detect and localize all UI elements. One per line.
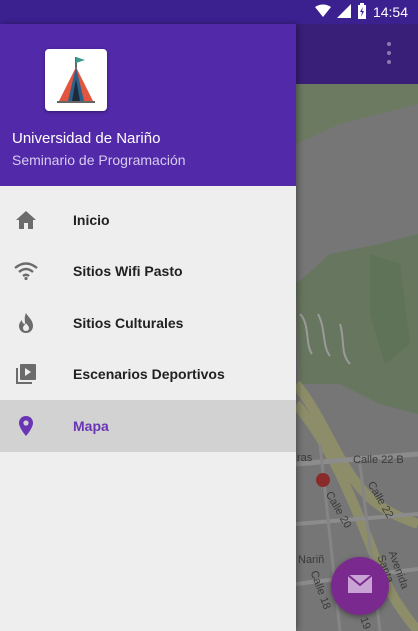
drawer-menu: Inicio Sitios Wifi Pasto Sitios Cultural… xyxy=(0,194,296,452)
header-subtitle: Seminario de Programación xyxy=(12,152,186,168)
map-label: ras xyxy=(297,452,313,464)
location-pin-icon xyxy=(14,414,38,438)
map-label: Nariñ xyxy=(298,554,325,566)
menu-item-inicio[interactable]: Inicio xyxy=(0,194,296,246)
battery-icon xyxy=(357,2,367,22)
mail-fab-button[interactable] xyxy=(331,557,389,615)
tent-logo xyxy=(45,49,107,111)
menu-item-sitios-culturales[interactable]: Sitios Culturales xyxy=(0,297,296,349)
menu-item-label: Sitios Wifi Pasto xyxy=(73,263,183,280)
menu-item-label: Sitios Culturales xyxy=(73,314,184,331)
signal-icon xyxy=(336,3,351,21)
header-title: Universidad de Nariño xyxy=(12,130,161,147)
map-label: Calle 22 B xyxy=(353,454,404,466)
menu-item-sitios-wifi[interactable]: Sitios Wifi Pasto xyxy=(0,246,296,298)
menu-item-mapa[interactable]: Mapa xyxy=(0,400,296,452)
status-time: 14:54 xyxy=(372,4,408,20)
menu-item-escenarios-deportivos[interactable]: Escenarios Deportivos xyxy=(0,349,296,401)
video-library-icon xyxy=(14,362,38,386)
status-icons: 14:54 xyxy=(314,0,408,24)
status-bar: 14:54 xyxy=(0,0,418,24)
mail-icon xyxy=(347,573,373,599)
wifi-icon xyxy=(314,4,331,21)
drawer-header: Universidad de Nariño Seminario de Progr… xyxy=(0,24,296,186)
wifi-icon xyxy=(14,259,38,283)
navigation-drawer: Universidad de Nariño Seminario de Progr… xyxy=(0,24,296,631)
menu-item-label: Mapa xyxy=(73,417,109,434)
more-vert-icon[interactable] xyxy=(386,42,392,64)
menu-item-label: Inicio xyxy=(73,211,110,228)
home-icon xyxy=(14,208,38,232)
menu-item-label: Escenarios Deportivos xyxy=(73,366,225,383)
fire-icon xyxy=(14,311,38,335)
